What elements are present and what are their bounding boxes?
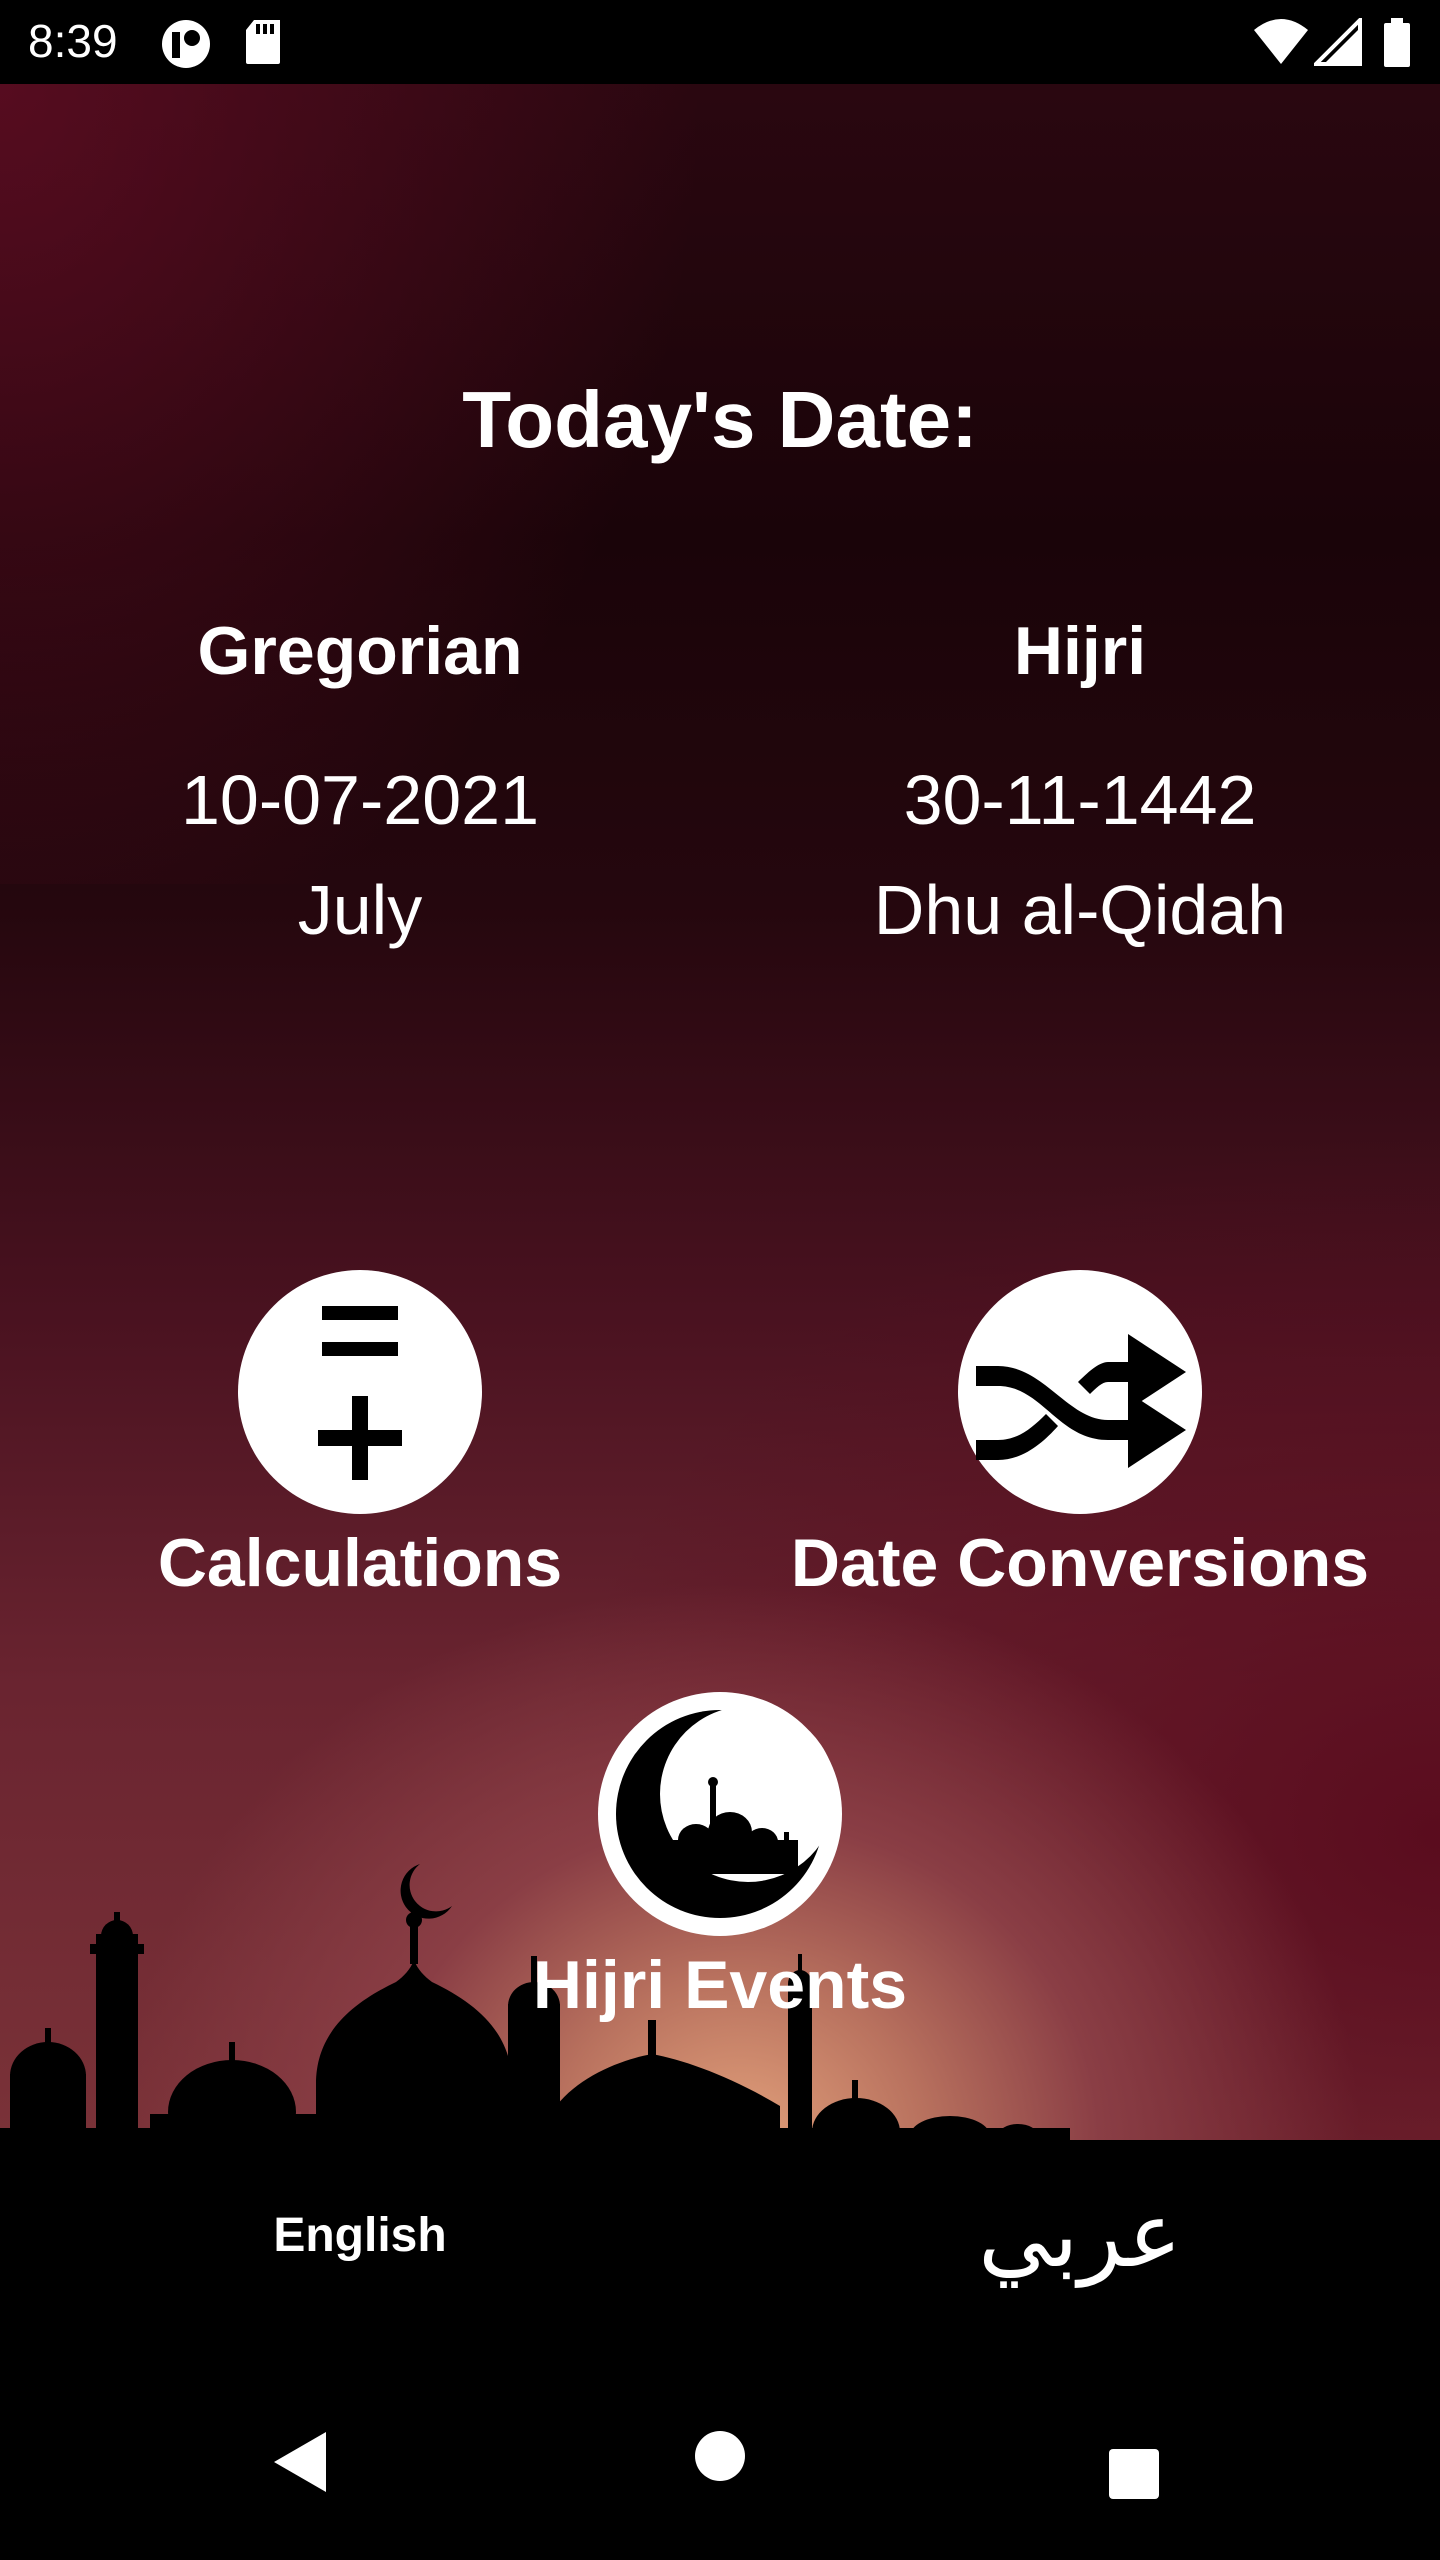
arabic-language-button[interactable]: عربي	[720, 2186, 1440, 2286]
shuffle-icon	[976, 1334, 1186, 1468]
hijri-date: 30-11-1442	[903, 761, 1257, 839]
crescent-mosque-icon	[616, 1706, 836, 1918]
sd-card-icon	[246, 20, 280, 64]
calculations-button[interactable]	[238, 1270, 482, 1514]
main-panel: Today's Date: Gregorian 10-07-2021 July …	[0, 84, 1440, 2140]
hijri-month: Dhu al-Qidah	[873, 871, 1287, 949]
battery-icon	[1384, 18, 1410, 67]
equals-plus-icon	[318, 1306, 402, 1480]
recents-icon[interactable]	[1108, 2448, 1160, 2500]
gregorian-date: 10-07-2021	[180, 761, 540, 839]
gregorian-heading: Gregorian	[197, 613, 523, 689]
signal-icon	[1314, 18, 1362, 66]
hijri-events-button[interactable]	[598, 1692, 842, 1936]
back-icon[interactable]	[270, 2430, 330, 2494]
app-notification-icon	[162, 20, 210, 68]
hijri-heading: Hijri	[1013, 613, 1147, 689]
gregorian-month: July	[297, 871, 423, 949]
page-title: Today's Date:	[462, 375, 978, 464]
date-conversions-label[interactable]: Date Conversions	[720, 1524, 1440, 1602]
home-icon[interactable]	[694, 2430, 746, 2482]
calculations-label[interactable]: Calculations	[0, 1524, 720, 1602]
hijri-events-label[interactable]: Hijri Events	[0, 1946, 1440, 2024]
english-language-button[interactable]: English	[0, 2186, 720, 2286]
status-time: 8:39	[28, 15, 118, 67]
status-bar: 8:39	[0, 0, 1440, 85]
wifi-icon	[1254, 19, 1308, 64]
date-conversions-button[interactable]	[958, 1270, 1202, 1514]
